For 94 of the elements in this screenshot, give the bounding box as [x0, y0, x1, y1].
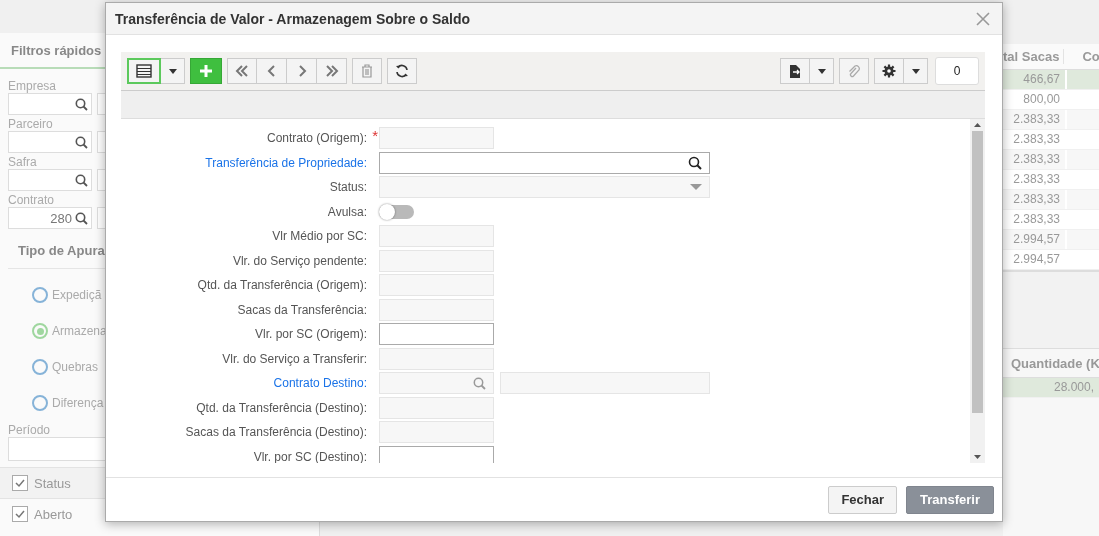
- previous-button[interactable]: [257, 58, 287, 85]
- field-label: Contrato (Origem):: [266, 131, 367, 146]
- field-label: Avulsa:: [327, 204, 367, 219]
- field-label: Status:: [329, 180, 367, 195]
- field-link[interactable]: Contrato Destino:: [273, 376, 367, 391]
- export-button[interactable]: [780, 58, 810, 85]
- search-field[interactable]: [379, 151, 710, 174]
- radio-button[interactable]: [32, 323, 48, 339]
- dropdown-field[interactable]: [379, 176, 710, 199]
- first-button[interactable]: [227, 58, 257, 85]
- dropdown-button[interactable]: [161, 58, 185, 85]
- search-field[interactable]: 280: [8, 207, 92, 229]
- search-icon: [688, 155, 702, 170]
- input-field[interactable]: [379, 445, 494, 464]
- table-row[interactable]: 2.994,57: [1003, 230, 1099, 250]
- dropdown-button[interactable]: [904, 58, 928, 85]
- checkbox[interactable]: [12, 475, 28, 491]
- field-label: Qtd. da Transferência (Origem):: [197, 278, 367, 293]
- grid-view-button[interactable]: [127, 58, 161, 85]
- checkbox[interactable]: [12, 506, 28, 522]
- document-icon: [789, 63, 801, 79]
- table-row[interactable]: 2.383,33: [1003, 190, 1099, 210]
- chevron-right-icon: [296, 64, 307, 79]
- search-icon: [473, 376, 486, 390]
- transfer-button[interactable]: Transferir: [906, 485, 994, 514]
- last-button[interactable]: [317, 58, 347, 85]
- checkbox-label: Status: [34, 475, 71, 491]
- table-row[interactable]: 2.383,33: [1003, 150, 1099, 170]
- dropdown-button[interactable]: [810, 58, 834, 85]
- add-button[interactable]: [190, 58, 222, 85]
- record-count: 0: [935, 57, 979, 86]
- double-chevron-left-icon: [234, 64, 250, 79]
- radio-label: Diferença: [52, 396, 104, 410]
- scrollbar[interactable]: [970, 119, 985, 464]
- paperclip-icon: [847, 64, 861, 79]
- search-icon: [75, 135, 88, 149]
- check-icon: [14, 477, 26, 489]
- field-label: Sacas da Transferência (Destino):: [185, 425, 367, 440]
- close-icon[interactable]: [976, 11, 990, 26]
- double-chevron-right-icon: [323, 64, 340, 79]
- input-field[interactable]: [379, 323, 494, 346]
- radio-label: Armazena: [52, 324, 107, 338]
- checkbox-label: Aberto: [34, 506, 73, 522]
- table-row[interactable]: 466,67: [1003, 70, 1099, 90]
- refresh-button[interactable]: [387, 58, 417, 85]
- attachment-button[interactable]: [839, 58, 869, 85]
- table-cell[interactable]: 28.000,: [1003, 378, 1099, 397]
- field-label: Vlr Médio por SC:: [272, 229, 367, 244]
- panel-title: Filtros rápidos: [11, 43, 102, 58]
- radio-button[interactable]: [32, 287, 48, 303]
- next-button[interactable]: [287, 58, 317, 85]
- close-button[interactable]: Fechar: [828, 485, 897, 514]
- radio-label: Quebras: [52, 360, 99, 374]
- search-icon: [75, 97, 88, 111]
- dialog-title: Transferência de Valor - Armazenagem Sobre o Saldo: [115, 10, 472, 27]
- caret-icon: [168, 68, 177, 74]
- search-icon: [75, 173, 88, 187]
- description-field[interactable]: [500, 372, 710, 395]
- field-label: Vlr. do Serviço a Transferir:: [222, 351, 367, 366]
- settings-icon: [882, 64, 896, 79]
- field-label: Contrato: [8, 193, 55, 207]
- field-label: Parceiro: [8, 117, 53, 131]
- settings-button[interactable]: [874, 58, 904, 85]
- radio-button[interactable]: [32, 395, 48, 411]
- field-label: Vlr. por SC (Origem):: [254, 327, 367, 342]
- delete-button[interactable]: [352, 58, 382, 85]
- field-label: Safra: [8, 155, 37, 169]
- field-label: Qtd. da Transferência (Destino):: [196, 400, 367, 415]
- chevron-left-icon: [266, 64, 277, 79]
- refresh-icon: [395, 64, 409, 79]
- radio-label: Expediçã: [52, 288, 102, 302]
- required-mark: *: [372, 128, 378, 144]
- search-icon: [75, 211, 88, 225]
- caret-icon: [817, 68, 826, 74]
- scroll-down-icon[interactable]: [974, 455, 981, 460]
- radio-button[interactable]: [32, 359, 48, 375]
- column-header[interactable]: Co: [1064, 49, 1099, 64]
- field-label: Sacas da Transferência:: [237, 302, 367, 317]
- caret-icon: [690, 183, 702, 191]
- field-label: Empresa: [8, 79, 57, 93]
- field-link[interactable]: Transferência de Propriedade:: [205, 155, 367, 170]
- toggle-switch[interactable]: [379, 204, 414, 219]
- field-label: Vlr. por SC (Destino):: [253, 449, 367, 464]
- section-title: Tipo de Apura: [18, 243, 105, 258]
- field-label: Período: [8, 423, 51, 437]
- table-icon: [136, 64, 152, 79]
- table-row[interactable]: 2.383,33: [1003, 110, 1099, 130]
- column-header[interactable]: Quantidade (K: [1003, 355, 1099, 371]
- trash-icon: [361, 64, 373, 79]
- caret-icon: [911, 68, 920, 74]
- field-label: Vlr. do Serviço pendente:: [232, 253, 367, 268]
- scroll-up-icon[interactable]: [974, 123, 981, 128]
- check-icon: [14, 508, 26, 520]
- plus-icon: [199, 64, 213, 79]
